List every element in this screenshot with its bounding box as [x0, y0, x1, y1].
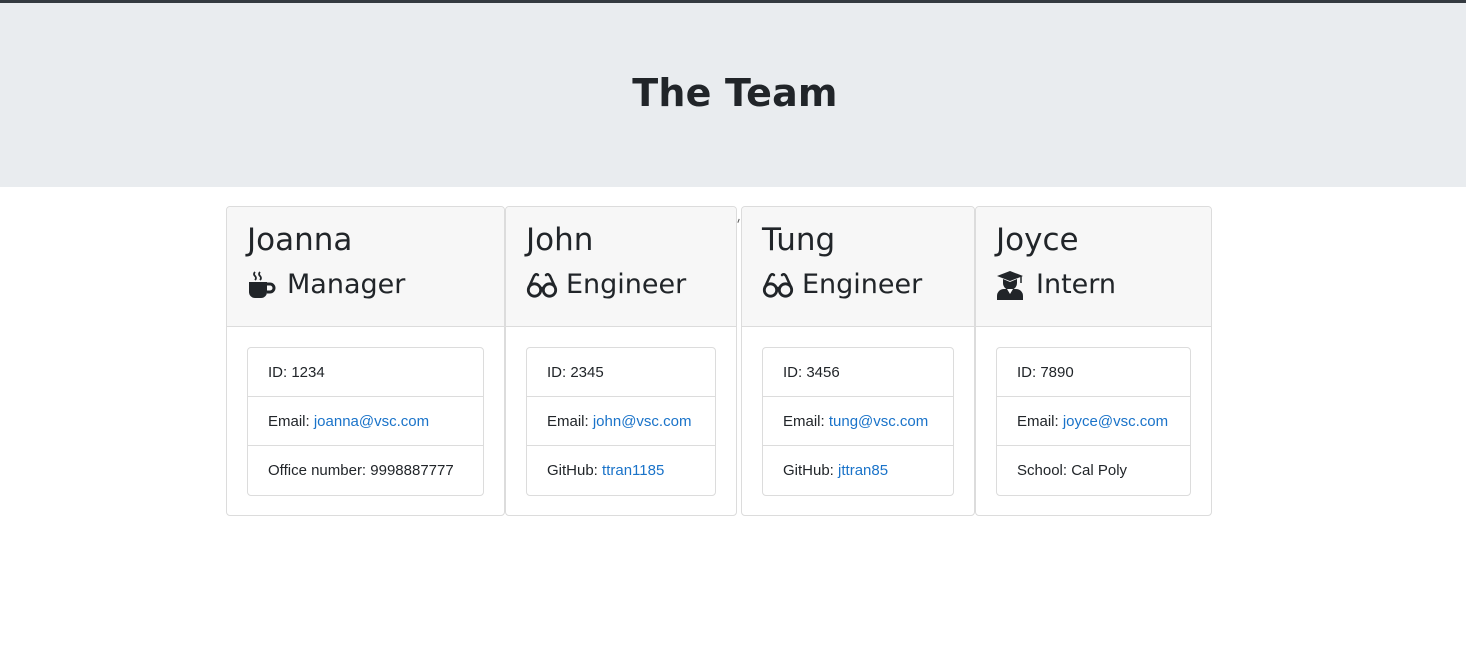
details-list: ID: 7890 Email: joyce@vsc.com School: Ca… [996, 347, 1191, 496]
email-item: Email: joyce@vsc.com [997, 397, 1190, 446]
employee-card-engineer: John Engineer ID: 2345 Email: john@vsc.c… [505, 206, 737, 516]
glasses-icon [526, 270, 558, 300]
page-title: The Team [632, 71, 838, 115]
employee-role: Engineer [762, 269, 954, 301]
glasses-icon [762, 270, 794, 300]
employee-name: Joanna [247, 222, 353, 258]
card-header: Joanna Manager [227, 207, 504, 327]
email-label: Email: [783, 412, 829, 430]
details-list: ID: 2345 Email: john@vsc.com GitHub: ttr… [526, 347, 716, 496]
employee-name: Tung [762, 222, 836, 258]
email-item: Email: john@vsc.com [527, 397, 715, 446]
email-label: Email: [547, 412, 593, 430]
email-item: Email: joanna@vsc.com [248, 397, 483, 446]
email-link[interactable]: john@vsc.com [593, 413, 692, 430]
employee-card-intern: Joyce Intern ID: 7890 Email: joyce@vsc.c… [975, 206, 1212, 516]
id-text: ID: 2345 [547, 363, 604, 381]
email-label: Email: [268, 412, 314, 430]
id-item: ID: 7890 [997, 348, 1190, 397]
email-link[interactable]: tung@vsc.com [829, 413, 928, 430]
email-label: Email: [1017, 412, 1063, 430]
graduate-icon [996, 270, 1028, 300]
employee-name: John [526, 222, 594, 258]
card-body: ID: 7890 Email: joyce@vsc.com School: Ca… [976, 327, 1211, 496]
github-item: GitHub: jttran85 [763, 446, 953, 495]
id-text: ID: 3456 [783, 363, 840, 381]
office-number-item: Office number: 9998887777 [248, 446, 483, 495]
github-item: GitHub: ttran1185 [527, 446, 715, 495]
github-label: GitHub: [547, 462, 603, 479]
employee-role: Intern [996, 269, 1191, 301]
card-body: ID: 3456 Email: tung@vsc.com GitHub: jtt… [742, 327, 974, 496]
github-label: GitHub: [783, 462, 839, 479]
employee-card-engineer: Tung Engineer ID: 3456 Email: tung@vsc.c… [741, 206, 975, 516]
id-item: ID: 2345 [527, 348, 715, 397]
employee-role: Engineer [526, 269, 716, 301]
card-header: Tung Engineer [742, 207, 974, 327]
school-item: School: Cal Poly [997, 446, 1190, 495]
coffee-mug-icon [247, 270, 279, 300]
id-item: ID: 3456 [763, 348, 953, 397]
school-text: School: Cal Poly [1017, 462, 1128, 479]
employee-card-manager: Joanna Manager ID: 1234 Email: joanna@vs… [226, 206, 505, 516]
github-link[interactable]: ttran1185 [602, 462, 664, 479]
jumbotron: The Team [0, 3, 1466, 187]
role-label: Engineer [566, 269, 687, 300]
id-text: ID: 7890 [1017, 363, 1074, 381]
card-body: ID: 1234 Email: joanna@vsc.com Office nu… [227, 327, 504, 496]
id-item: ID: 1234 [248, 348, 483, 397]
email-item: Email: tung@vsc.com [763, 397, 953, 446]
office-number-text: Office number: 9998887777 [268, 462, 454, 479]
card-body: ID: 2345 Email: john@vsc.com GitHub: ttr… [506, 327, 736, 496]
card-header: John Engineer [506, 207, 736, 327]
role-label: Engineer [802, 269, 923, 300]
id-text: ID: 1234 [268, 363, 325, 381]
email-link[interactable]: joyce@vsc.com [1063, 413, 1168, 430]
details-list: ID: 1234 Email: joanna@vsc.com Office nu… [247, 347, 484, 496]
github-link[interactable]: jttran85 [838, 462, 888, 479]
employee-role: Manager [247, 269, 484, 301]
details-list: ID: 3456 Email: tung@vsc.com GitHub: jtt… [762, 347, 954, 496]
role-label: Intern [1036, 269, 1117, 300]
card-header: Joyce Intern [976, 207, 1211, 327]
role-label: Manager [287, 269, 406, 300]
email-link[interactable]: joanna@vsc.com [314, 413, 429, 430]
employee-name: Joyce [996, 222, 1079, 258]
